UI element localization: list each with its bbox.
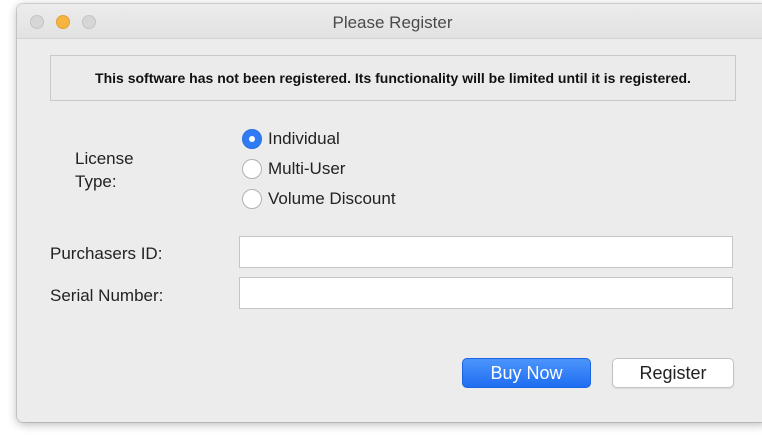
buy-now-button[interactable]: Buy Now [462,358,591,388]
license-label-line2: Type: [75,172,117,191]
radio-label-individual[interactable]: Individual [268,129,340,149]
register-dialog: Please Register This software has not be… [17,4,762,422]
register-button[interactable]: Register [612,358,734,388]
license-type-label: License Type: [75,147,165,193]
radio-unchecked-icon[interactable] [242,189,262,209]
radio-unchecked-icon[interactable] [242,159,262,179]
radio-checked-icon[interactable] [242,129,262,149]
radio-label-volume-discount[interactable]: Volume Discount [268,189,396,209]
banner-message: This software has not been registered. I… [95,70,691,86]
registration-warning-banner: This software has not been registered. I… [50,55,736,101]
serial-number-label: Serial Number: [50,286,164,305]
window-title: Please Register [332,13,453,32]
purchasers-id-input[interactable] [239,236,733,268]
radio-label-multi-user[interactable]: Multi-User [268,159,345,179]
serial-number-input[interactable] [239,277,733,309]
radio-option-volume-discount[interactable]: Volume Discount [242,187,396,211]
radio-option-multi-user[interactable]: Multi-User [242,157,345,181]
purchasers-id-label: Purchasers ID: [50,244,163,263]
title-bar[interactable]: Please Register [17,4,762,39]
radio-option-individual[interactable]: Individual [242,127,340,151]
license-label-line1: License [75,149,134,168]
